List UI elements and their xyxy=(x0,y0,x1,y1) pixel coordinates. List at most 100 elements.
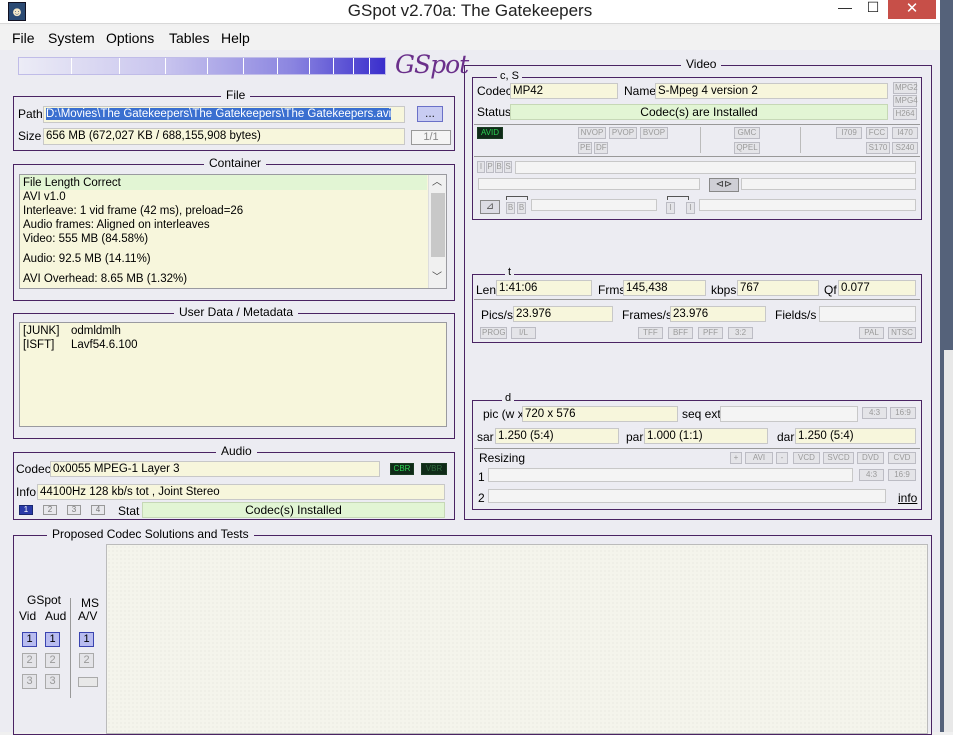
s240-tag: S240 xyxy=(892,142,918,154)
video-codec-label: Codec xyxy=(477,84,512,98)
interlaced-tag: I/L xyxy=(511,327,536,339)
resize-vcd-tag[interactable]: VCD xyxy=(793,452,820,464)
audio-stream-tab-2[interactable]: 2 xyxy=(43,505,57,515)
path-field[interactable]: D:\Movies\The Gatekeepers\The Gatekeeper… xyxy=(43,106,405,123)
frame-i-tag: I xyxy=(477,161,485,173)
nvop-tag: NVOP xyxy=(578,127,606,139)
audio-stream-tab-4[interactable]: 4 xyxy=(91,505,105,515)
video-name-label: Name xyxy=(624,84,657,98)
bracket-icon xyxy=(506,196,528,200)
container-line: Video: 555 MB (84.58%) xyxy=(23,233,149,245)
pic-label: pic (w x xyxy=(483,407,524,421)
scroll-down-icon[interactable]: ﹀ xyxy=(432,271,442,285)
aud-solution-3-button[interactable]: 3 xyxy=(45,674,60,689)
audio-group-label: Audio xyxy=(216,444,257,458)
maximize-button[interactable]: ☐ xyxy=(864,0,882,16)
codec-subgroup-label: c, S xyxy=(497,70,522,82)
container-scrollbar[interactable]: ︿ ﹀ xyxy=(428,175,446,288)
menu-tables[interactable]: Tables xyxy=(169,30,209,46)
video-status-label: Status xyxy=(477,105,512,119)
df-tag: DF xyxy=(594,142,608,154)
gop-track[interactable] xyxy=(531,199,657,211)
ntsc-tag: NTSC xyxy=(888,327,916,339)
codec-solutions-area xyxy=(106,544,928,734)
bvop-tag: BVOP xyxy=(640,127,668,139)
seq-ext-label: seq ext xyxy=(682,407,721,421)
frame-track-right[interactable] xyxy=(741,178,916,190)
h264-tag: H264 xyxy=(893,108,917,120)
metadata-value: Lavf54.6.100 xyxy=(71,339,138,351)
pic-field: 720 x 576 xyxy=(522,406,678,422)
scroll-up-icon[interactable]: ︿ xyxy=(432,176,442,190)
ar-16-9-tag: 16:9 xyxy=(890,407,916,419)
ms-solution-2-button[interactable]: 2 xyxy=(79,653,94,668)
resize-cvd-tag[interactable]: CVD xyxy=(888,452,916,464)
info-link[interactable]: info xyxy=(898,491,917,505)
container-group-label: Container xyxy=(204,156,267,170)
resize-dvd-tag[interactable]: DVD xyxy=(857,452,884,464)
container-line: Audio frames: Aligned on interleaves xyxy=(23,219,210,231)
video-name-field: S-Mpeg 4 version 2 xyxy=(655,83,888,99)
scroll-thumb[interactable] xyxy=(431,193,445,257)
i470-tag: I470 xyxy=(892,127,918,139)
video-group-label: Video xyxy=(681,57,722,71)
resize-avi-tag[interactable]: AVI xyxy=(745,452,773,464)
audio-stream-tab-1[interactable]: 1 xyxy=(19,505,33,515)
i-frame-tag: I xyxy=(666,202,675,214)
menu-help[interactable]: Help xyxy=(221,30,250,46)
fields-label: Fields/s xyxy=(775,308,817,322)
codec-solutions-label: Proposed Codec Solutions and Tests xyxy=(47,527,254,541)
frame-timeline-track[interactable] xyxy=(515,161,916,174)
kbps-field: 767 xyxy=(737,280,819,296)
audio-codec-label: Codec xyxy=(16,462,51,476)
vid-solution-1-button[interactable]: 1 xyxy=(22,632,37,647)
metadata-key: [JUNK] xyxy=(23,325,60,337)
frames-label: Frames/s xyxy=(622,308,673,322)
dar-label: dar xyxy=(777,430,795,444)
container-line: AVI Overhead: 8.65 MB (1.32%) xyxy=(23,273,188,285)
menu-options[interactable]: Options xyxy=(106,30,154,46)
metadata-value: odmldmlh xyxy=(71,325,121,337)
pvop-tag: PVOP xyxy=(609,127,637,139)
aud-solution-1-button[interactable]: 1 xyxy=(45,632,60,647)
divider xyxy=(800,127,801,153)
mpg2-tag: MPG2 xyxy=(893,82,918,94)
menu-file[interactable]: File xyxy=(12,30,35,46)
frame-p-tag: P xyxy=(486,161,494,173)
resize-row-1-field xyxy=(488,468,853,482)
audio-info-field: 44100Hz 128 kb/s tot , Joint Stereo xyxy=(37,484,445,500)
ms-solution-1-button[interactable]: 1 xyxy=(79,632,94,647)
divider xyxy=(474,299,920,300)
vid-solution-3-button[interactable]: 3 xyxy=(22,674,37,689)
container-info-box[interactable]: File Length Correct AVI v1.0 Interleave:… xyxy=(19,174,447,289)
resize-minus-tag[interactable]: - xyxy=(776,452,788,464)
gop-track-right[interactable] xyxy=(699,199,916,211)
seq-ext-field xyxy=(720,406,858,422)
gspot-logo: GSpot xyxy=(395,50,469,79)
audio-stream-tab-3[interactable]: 3 xyxy=(67,505,81,515)
pff-tag: PFF xyxy=(698,327,723,339)
sar-label: sar xyxy=(477,430,494,444)
av-column-label: A/V xyxy=(78,609,98,623)
metadata-box[interactable]: [JUNK] odmldmlh [ISFT] Lavf54.6.100 xyxy=(19,322,447,427)
resize-row-2-field xyxy=(488,489,886,503)
divider xyxy=(474,124,920,125)
pe-tag: PE xyxy=(578,142,592,154)
minimize-button[interactable]: — xyxy=(836,0,854,16)
resize-svcd-tag[interactable]: SVCD xyxy=(823,452,854,464)
frame-track-left[interactable] xyxy=(478,178,700,190)
menu-system[interactable]: System xyxy=(48,30,95,46)
resize-ar-16-9-tag: 16:9 xyxy=(888,469,916,481)
fcc-tag: FCC xyxy=(866,127,888,139)
browse-button[interactable]: ... xyxy=(417,106,443,122)
vid-solution-2-button[interactable]: 2 xyxy=(22,653,37,668)
resize-plus-tag[interactable]: + xyxy=(730,452,742,464)
bracket-icon xyxy=(667,196,689,200)
kbps-label: kbps xyxy=(711,283,737,297)
dar-field: 1.250 (5:4) xyxy=(795,428,916,444)
par-label: par xyxy=(626,430,644,444)
len-label: Len xyxy=(476,283,497,297)
bff-tag: BFF xyxy=(668,327,693,339)
aud-solution-2-button[interactable]: 2 xyxy=(45,653,60,668)
close-button[interactable]: ✕ xyxy=(888,0,936,19)
